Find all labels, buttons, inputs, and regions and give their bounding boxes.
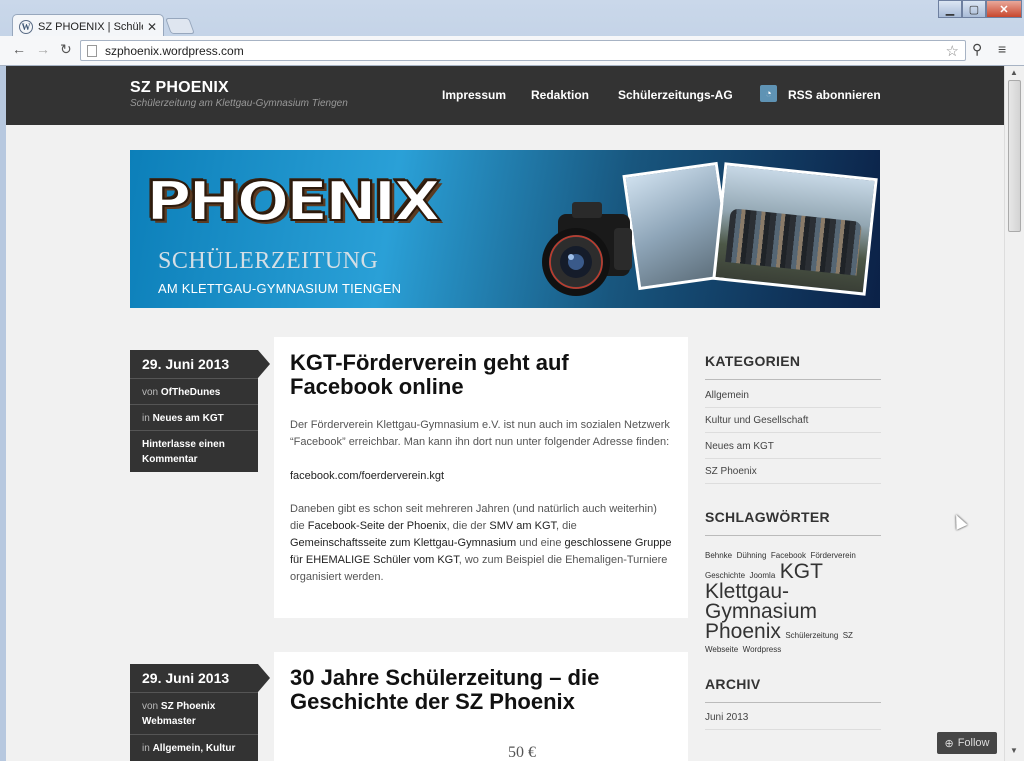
forward-arrow-icon[interactable]: →: [36, 41, 50, 57]
post-comment: Hinterlasse einen Kommentar: [130, 430, 258, 472]
link-facebook-phoenix[interactable]: Facebook-Seite der Phoenix: [308, 520, 447, 532]
menu-icon[interactable]: ≡: [998, 41, 1006, 57]
rss-icon[interactable]: ◔: [760, 85, 777, 102]
camera-icon: [542, 202, 632, 296]
minimize-button[interactable]: ▁: [938, 0, 962, 18]
bookmark-star-icon[interactable]: ☆: [946, 42, 959, 60]
post-paragraph: Daneben gibt es schon seit mehreren Jahr…: [290, 503, 672, 583]
nav-schuelerzeitungs-ag[interactable]: Schülerzeitungs-AG: [618, 88, 733, 102]
categories-heading: KATEGORIEN: [705, 353, 881, 380]
tag-cloud: Behnke Dühning Facebook Förderverein Ges…: [705, 548, 881, 656]
scroll-up-icon[interactable]: ▲: [1010, 68, 1018, 77]
site-header: SZ PHOENIX Schülerzeitung am Klettgau-Gy…: [6, 66, 1004, 125]
banner-school: AM KLETTGAU-GYMNASIUM TIENGEN: [158, 281, 402, 296]
post-paragraph: Der Förderverein Klettgau-Gymnasium e.V.…: [290, 419, 670, 448]
extension-icon[interactable]: ⚲: [972, 41, 982, 58]
category-item[interactable]: SZ Phoenix: [705, 466, 881, 484]
follow-button[interactable]: ⊕ Follow: [937, 732, 997, 754]
tag-link[interactable]: Phoenix: [705, 620, 781, 643]
post-author: von OfTheDunes: [130, 378, 258, 404]
post-author: von SZ Phoenix Webmaster: [130, 692, 258, 734]
nav-redaktion[interactable]: Redaktion: [531, 88, 589, 102]
page-icon: [87, 44, 97, 57]
mouse-cursor-icon: [950, 512, 968, 530]
scrollbar-thumb[interactable]: [1008, 80, 1021, 232]
address-bar[interactable]: szphoenix.wordpress.com ☆: [80, 40, 966, 61]
leave-comment-link[interactable]: Hinterlasse einen Kommentar: [142, 439, 225, 465]
new-tab-button[interactable]: [165, 18, 195, 34]
category-item[interactable]: Kultur und Gesellschaft: [705, 415, 881, 433]
tag-link[interactable]: Wordpress: [743, 645, 782, 654]
post-date: 29. Juni 2013: [130, 350, 270, 378]
facebook-address[interactable]: facebook.com/foerderverein.kgt: [290, 468, 672, 485]
link-smv[interactable]: SMV am KGT: [489, 520, 556, 532]
post-card: 30 Jahre Schülerzeitung – die Geschichte…: [274, 652, 688, 761]
plus-icon: ⊕: [944, 737, 954, 750]
close-window-button[interactable]: ✕: [986, 0, 1022, 18]
close-tab-icon[interactable]: ✕: [147, 20, 157, 34]
link-gemeinschaftsseite[interactable]: Gemeinschaftsseite zum Klettgau-Gymnasiu…: [290, 537, 516, 549]
tag-link[interactable]: Joomla: [749, 571, 775, 580]
category-link[interactable]: Neues am KGT: [153, 413, 224, 424]
category-link[interactable]: Allgemein, Kultur: [153, 743, 236, 754]
page-scrollbar[interactable]: ▲ ▼: [1004, 66, 1024, 761]
post-body: Der Förderverein Klettgau-Gymnasium e.V.…: [290, 417, 672, 586]
reload-icon[interactable]: ↻: [60, 41, 72, 58]
archive-heading: ARCHIV: [705, 676, 881, 703]
tag-link[interactable]: Geschichte: [705, 571, 745, 580]
back-arrow-icon[interactable]: ←: [12, 41, 26, 57]
tag-link[interactable]: Schülerzeitung: [785, 631, 838, 640]
tag-link[interactable]: Behnke: [705, 551, 732, 560]
post-categories: in Neues am KGT: [130, 404, 258, 430]
banner-subtitle: SCHÜLERZEITUNG: [158, 248, 379, 274]
header-banner[interactable]: PHOENIX SCHÜLERZEITUNG AM KLETTGAU-GYMNA…: [130, 150, 880, 308]
category-item[interactable]: Allgemein: [705, 390, 881, 408]
url-text: szphoenix.wordpress.com: [105, 43, 244, 58]
post-image-preview: 50 €: [508, 744, 536, 761]
tags-heading: SCHLAGWÖRTER: [705, 509, 881, 536]
post-title[interactable]: 30 Jahre Schülerzeitung – die Geschichte…: [290, 666, 672, 714]
nav-rss[interactable]: RSS abonnieren: [788, 88, 881, 102]
page-viewport: SZ PHOENIX Schülerzeitung am Klettgau-Gy…: [6, 66, 1004, 761]
tag-link[interactable]: Webseite: [705, 645, 738, 654]
maximize-button[interactable]: ▢: [962, 0, 986, 18]
tag-link[interactable]: Förderverein: [810, 551, 855, 560]
tab-title: SZ PHOENIX | Schülerzeitu: [38, 20, 143, 33]
wordpress-icon: W: [19, 19, 33, 34]
browser-chrome: W SZ PHOENIX | Schülerzeitu ✕ ▁ ▢ ✕ ← → …: [0, 0, 1024, 66]
author-link[interactable]: OfTheDunes: [161, 387, 220, 398]
post-card: KGT-Förderverein geht auf Facebook onlin…: [274, 337, 688, 618]
site-tagline: Schülerzeitung am Klettgau-Gymnasium Tie…: [130, 98, 348, 109]
tag-link[interactable]: Dühning: [737, 551, 767, 560]
nav-impressum[interactable]: Impressum: [442, 88, 506, 102]
post-categories: in Allgemein, Kultur: [130, 734, 258, 761]
post-date: 29. Juni 2013: [130, 664, 270, 692]
site-title[interactable]: SZ PHOENIX: [130, 79, 229, 97]
tag-link[interactable]: SZ: [843, 631, 853, 640]
tab-bar: W SZ PHOENIX | Schülerzeitu ✕: [0, 0, 1024, 38]
archive-item[interactable]: Juni 2013: [705, 712, 881, 730]
phoenix-logo: PHOENIX: [145, 169, 442, 234]
post-title[interactable]: KGT-Förderverein geht auf Facebook onlin…: [290, 351, 672, 399]
scroll-down-icon[interactable]: ▼: [1010, 746, 1018, 755]
group-photo: [712, 162, 878, 296]
tag-link[interactable]: Facebook: [771, 551, 806, 560]
browser-tab[interactable]: W SZ PHOENIX | Schülerzeitu ✕: [12, 14, 164, 38]
category-item[interactable]: Neues am KGT: [705, 441, 881, 459]
